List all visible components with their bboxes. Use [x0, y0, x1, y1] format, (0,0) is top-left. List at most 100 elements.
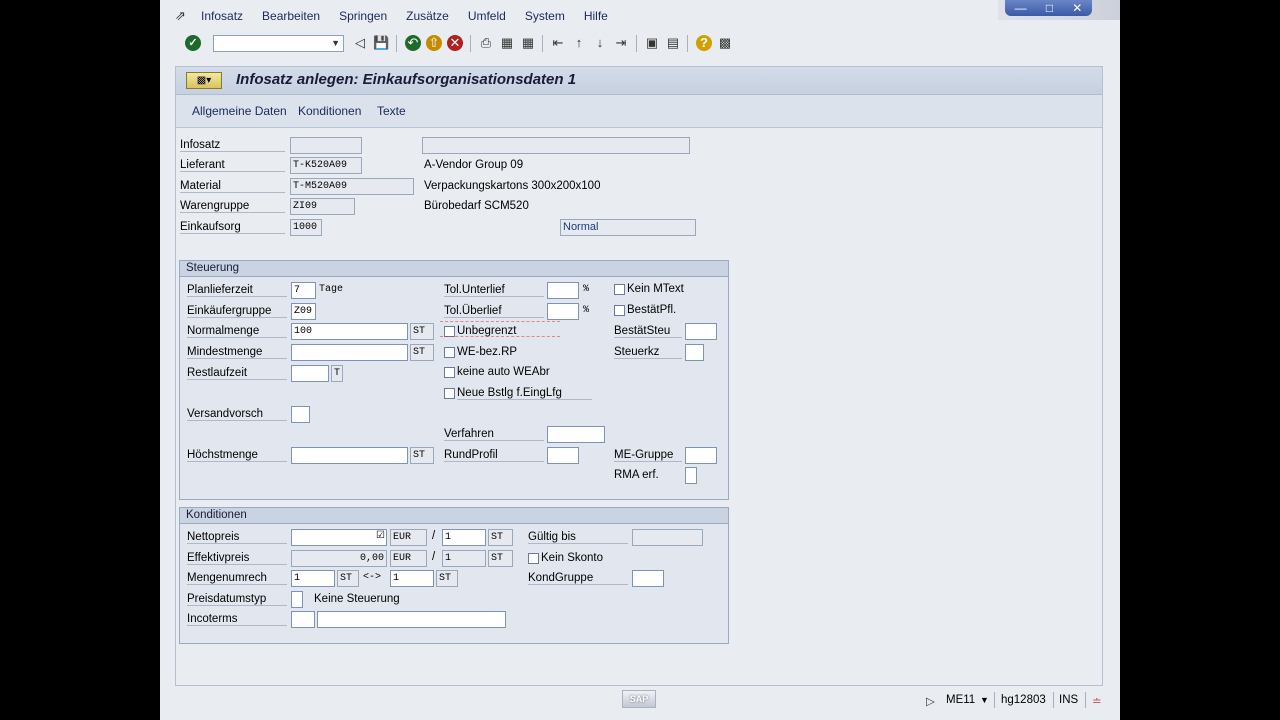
menu-infosatz[interactable]: Infosatz [201, 9, 243, 23]
lieferant-field[interactable]: T-K520A09 [290, 157, 362, 174]
versandvorsch-label: Versandvorsch [187, 408, 287, 421]
rma-erf-field[interactable] [685, 467, 697, 484]
layout-settings-icon[interactable]: ▩ [717, 35, 733, 51]
print-icon[interactable]: ⎙ [478, 35, 494, 51]
first-page-icon[interactable]: ⇤ [550, 35, 566, 51]
me-gruppe-field[interactable] [685, 447, 717, 464]
rundprofil-field[interactable] [547, 447, 579, 464]
chevron-down-icon[interactable]: ▼ [980, 695, 989, 705]
infosatz-type-field[interactable]: Normal [560, 219, 696, 236]
steuerung-group-title: Steuerung [180, 261, 728, 277]
close-icon[interactable]: ✕ [1072, 1, 1082, 15]
kein-mtext-checkbox[interactable] [614, 284, 625, 295]
tol-ueberlief-percent: % [583, 305, 590, 316]
mengenumrech-field-1[interactable]: 1 [291, 570, 335, 587]
mindestmenge-unit-field[interactable]: ST [410, 344, 434, 361]
infosatz-description-field[interactable] [422, 137, 690, 154]
preisdatumstyp-field[interactable] [291, 591, 303, 608]
chevron-down-icon[interactable]: ▼ [331, 38, 340, 48]
find-icon[interactable]: ▦ [499, 35, 515, 51]
exit-icon[interactable]: ⇧ [426, 35, 442, 51]
collapse-left-icon[interactable]: ◁ [352, 35, 368, 51]
last-page-icon[interactable]: ⇥ [613, 35, 629, 51]
effektivpreis-per-field[interactable]: 1 [442, 550, 486, 567]
normalmenge-field[interactable]: 100 [291, 323, 408, 340]
button-konditionen[interactable]: Konditionen [298, 104, 361, 118]
toolbar-separator [396, 35, 397, 52]
cancel-icon[interactable]: ✕ [447, 35, 463, 51]
nettopreis-unit-field[interactable]: ST [488, 529, 513, 546]
tol-unterlief-field[interactable] [547, 282, 579, 299]
nettopreis-currency-field[interactable]: EUR [390, 529, 427, 546]
restlaufzeit-unit-field[interactable]: T [331, 365, 343, 382]
menu-zusaetze[interactable]: Zusätze [406, 9, 449, 23]
status-separator [1085, 692, 1086, 708]
find-next-icon[interactable]: ▦ [520, 35, 536, 51]
previous-page-icon[interactable]: ↑ [571, 35, 587, 51]
nettopreis-per-field[interactable]: 1 [442, 529, 486, 546]
restlaufzeit-label: Restlaufzeit [187, 367, 287, 380]
einkaufsorg-field[interactable]: 1000 [290, 219, 322, 236]
minimize-icon[interactable]: — [1015, 1, 1027, 15]
infosatz-field[interactable] [290, 137, 362, 154]
mindestmenge-field[interactable] [291, 344, 408, 361]
back-icon[interactable]: ↶ [405, 35, 421, 51]
next-page-icon[interactable]: ↓ [592, 35, 608, 51]
enter-check-icon[interactable]: ✓ [185, 35, 201, 51]
effektivpreis-field[interactable]: 0,00 [291, 550, 387, 567]
material-field[interactable]: T-M520A09 [290, 178, 414, 195]
toolbar-separator [470, 35, 471, 52]
command-field[interactable]: ▼ [213, 35, 344, 52]
hoechstmenge-unit-field[interactable]: ST [410, 447, 434, 464]
lieferant-description: A-Vendor Group 09 [424, 159, 524, 171]
help-icon[interactable]: ? [696, 35, 712, 51]
einkaeufergruppe-field[interactable]: Z09 [291, 303, 316, 320]
kein-skonto-checkbox[interactable] [528, 553, 539, 564]
keine-auto-weabr-checkbox[interactable] [444, 367, 455, 378]
gueltig-bis-field[interactable] [632, 529, 703, 546]
normalmenge-unit-field[interactable]: ST [410, 323, 434, 340]
effektivpreis-currency-field[interactable]: EUR [390, 550, 427, 567]
mengenumrech-unit-2-field[interactable]: ST [436, 570, 458, 587]
warengruppe-field[interactable]: ZI09 [290, 198, 355, 215]
page-title: Infosatz anlegen: Einkaufsorganisationsd… [236, 71, 577, 88]
incoterms-part2-field[interactable] [317, 611, 506, 628]
we-bez-rp-checkbox[interactable] [444, 347, 455, 358]
nettopreis-field[interactable] [291, 529, 387, 546]
versandvorsch-field[interactable] [291, 406, 310, 423]
tol-ueberlief-field[interactable] [547, 303, 579, 320]
menu-icon[interactable]: ⇗ [175, 8, 186, 24]
maximize-icon[interactable]: □ [1046, 1, 1053, 15]
play-icon[interactable]: ▷ [926, 694, 935, 708]
menu-umfeld[interactable]: Umfeld [468, 9, 506, 23]
neue-bstlg-checkbox[interactable] [444, 388, 455, 399]
save-icon[interactable]: 💾 [373, 35, 389, 51]
new-session-icon[interactable]: ▣ [644, 35, 660, 51]
restlaufzeit-field[interactable] [291, 365, 329, 382]
kein-mtext-label: Kein MText [627, 283, 684, 295]
bestaetpfl-checkbox[interactable] [614, 305, 625, 316]
mengenumrech-field-2[interactable]: 1 [390, 570, 434, 587]
menu-system[interactable]: System [525, 9, 565, 23]
mengenumrech-unit-1-field[interactable]: ST [337, 570, 359, 587]
button-texte[interactable]: Texte [377, 104, 406, 118]
hoechstmenge-field[interactable] [291, 447, 408, 464]
incoterms-field[interactable] [291, 611, 315, 628]
resize-grip-icon[interactable]: ≐ [1092, 694, 1102, 708]
kondgruppe-field[interactable] [632, 570, 664, 587]
header-data-button[interactable]: ▩▾ [186, 72, 222, 89]
effektivpreis-unit-field[interactable]: ST [488, 550, 513, 567]
menu-bearbeiten[interactable]: Bearbeiten [262, 9, 320, 23]
button-allgemeine-daten[interactable]: Allgemeine Daten [192, 104, 287, 118]
shortcut-icon[interactable]: ▤ [665, 35, 681, 51]
bestaetpfl-label: BestätPfl. [627, 304, 677, 316]
menu-hilfe[interactable]: Hilfe [584, 9, 608, 23]
verfahren-field[interactable] [547, 426, 605, 443]
server-name: hg12803 [1001, 694, 1046, 706]
steuerkz-field[interactable] [685, 344, 704, 361]
incoterms-label: Incoterms [187, 613, 287, 626]
mindestmenge-label: Mindestmenge [187, 346, 287, 359]
menu-springen[interactable]: Springen [339, 9, 387, 23]
planlieferzeit-field[interactable]: 7 [291, 282, 316, 299]
bestaetsteu-field[interactable] [685, 323, 717, 340]
